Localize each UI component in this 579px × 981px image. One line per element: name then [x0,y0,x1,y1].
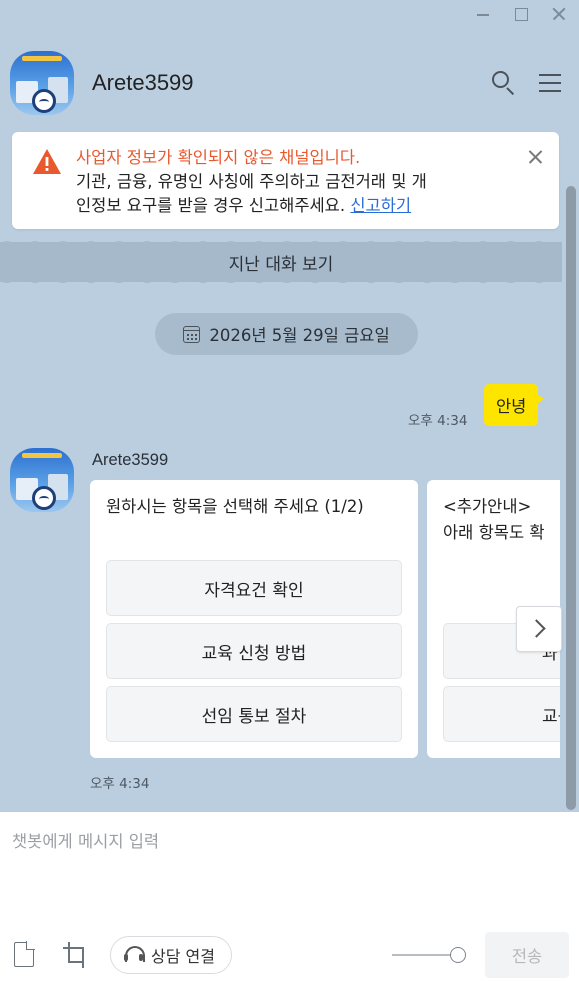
calendar-icon [183,325,201,343]
wave-divider-bottom [0,280,562,283]
card-carousel: 원하시는 항목을 선택해 주세요 (1/2) 자격요건 확인 교육 신청 방법 … [90,480,560,758]
card-option-button[interactable]: 교육 [443,686,560,742]
toggle-slider[interactable] [392,946,466,964]
bot-sender-name: Arete3599 [92,451,169,469]
headset-icon [123,945,145,965]
option-eligibility-button[interactable]: 자격요건 확인 [106,560,402,616]
window-controls [475,6,567,22]
notice-body-line1: 기관, 금융, 유명인 사칭에 주의하고 금전거래 및 개 [76,172,427,191]
notice-warning-text: 사업자 정보가 확인되지 않은 채널입니다. [76,148,361,167]
slider-knob[interactable] [450,947,466,963]
history-label: 지난 대화 보기 [228,254,334,275]
file-icon[interactable] [14,941,35,967]
my-message-bubble[interactable]: 안녕 [484,384,545,426]
close-icon[interactable] [551,6,567,22]
option-training-application-button[interactable]: 교육 신청 방법 [106,623,402,679]
notice-body-line2: 인정보 요구를 받을 경우 신고해주세요. 신고하기 [76,194,509,218]
composer: 상담 연결 전송 [0,812,579,981]
wave-divider-top [0,241,562,244]
view-past-conversations[interactable]: 지난 대화 보기 [0,241,562,283]
bot-avatar[interactable] [10,448,74,512]
chat-title: Arete3599 [92,70,194,95]
notice-close-icon[interactable] [527,149,543,165]
consult-label: 상담 연결 [151,947,215,966]
carousel-next-button[interactable] [516,606,562,652]
my-message-time: 오후 4:34 [408,413,468,429]
date-divider: 2026년 5월 29일 금요일 [155,313,418,355]
chat-header: Arete3599 [10,50,565,116]
crop-icon[interactable] [63,942,87,968]
search-icon[interactable] [489,68,519,98]
bot-message-time: 오후 4:34 [90,776,150,792]
unverified-channel-notice: 사업자 정보가 확인되지 않은 채널입니다. 기관, 금융, 유명인 사칭에 주… [12,132,559,229]
my-message-text: 안녕 [496,397,527,416]
notice-body-text: 인정보 요구를 받을 경우 신고해주세요. [76,196,346,215]
date-label: 2026년 5월 29일 금요일 [209,326,390,345]
minimize-icon[interactable] [475,6,491,22]
card-description: 원하시는 항목을 선택해 주세요 (1/2) [106,497,364,516]
report-link[interactable]: 신고하기 [350,196,411,215]
menu-icon[interactable] [535,68,565,98]
card-description: <추가안내> 아래 항목도 확 [443,494,560,560]
message-input[interactable] [12,828,562,918]
maximize-icon[interactable] [513,6,529,22]
send-button[interactable]: 전송 [485,932,569,978]
chat-scrollbar[interactable] [562,186,579,812]
card-title: <추가안내> [443,497,532,516]
scroll-thumb[interactable] [566,186,576,810]
warning-icon [33,149,61,174]
chevron-right-icon [527,619,546,638]
composer-toolbar: 상담 연결 전송 [0,932,579,978]
card-body: 아래 항목도 확 [443,523,545,542]
option-appointment-notice-button[interactable]: 선임 통보 절차 [106,686,402,742]
carousel-card-1: 원하시는 항목을 선택해 주세요 (1/2) 자격요건 확인 교육 신청 방법 … [90,480,418,758]
channel-avatar[interactable] [10,51,74,115]
consult-connect-button[interactable]: 상담 연결 [110,936,232,974]
